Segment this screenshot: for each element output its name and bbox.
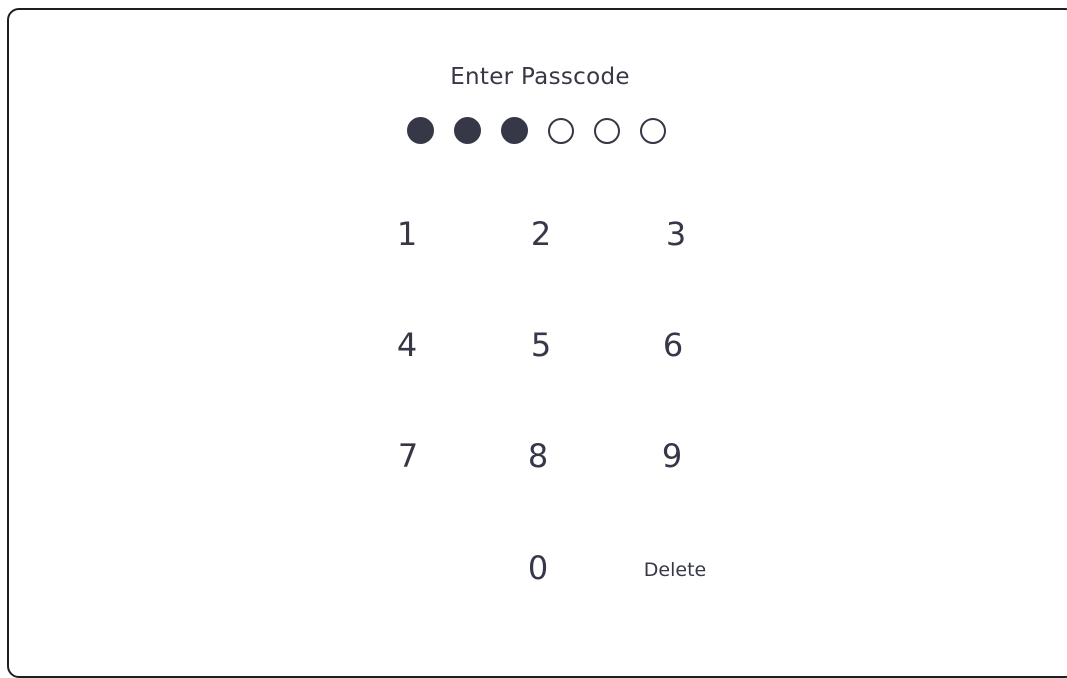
passcode-indicator [407,117,666,145]
key-0-button[interactable]: 0 [498,538,578,598]
passcode-dot-empty [640,118,666,144]
page-title: Enter Passcode [450,64,630,90]
key-6-button[interactable]: 6 [633,315,713,375]
key-2-button[interactable]: 2 [501,204,581,264]
key-3-button[interactable]: 3 [636,204,716,264]
key-9-button[interactable]: 9 [632,426,712,486]
key-4-button[interactable]: 4 [367,315,447,375]
key-5-button[interactable]: 5 [501,315,581,375]
passcode-dot-empty [594,118,620,144]
delete-button[interactable]: Delete [620,540,730,600]
key-8-button[interactable]: 8 [498,426,578,486]
passcode-dot-empty [548,118,574,144]
passcode-dot-filled [454,117,481,144]
key-7-button[interactable]: 7 [368,426,448,486]
passcode-dot-filled [407,117,434,144]
key-1-button[interactable]: 1 [367,204,447,264]
passcode-dot-filled [501,117,528,144]
